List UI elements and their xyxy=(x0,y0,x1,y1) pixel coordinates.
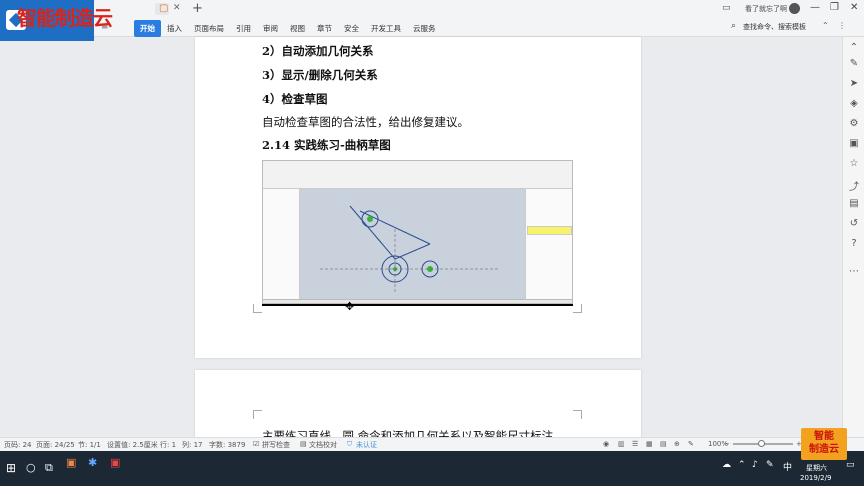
ime-indicator[interactable]: 中 xyxy=(783,460,792,473)
menu-item-home[interactable]: 开始 xyxy=(134,20,161,37)
margin-mark xyxy=(573,410,582,419)
menu-item-section[interactable]: 章节 xyxy=(311,20,338,37)
margin-mark xyxy=(253,410,262,419)
help-icon[interactable]: ? xyxy=(849,238,859,249)
menu-item-cloud[interactable]: 云服务 xyxy=(407,20,442,37)
menu-item-security[interactable]: 安全 xyxy=(338,20,365,37)
history-icon[interactable]: ↺ xyxy=(849,218,859,229)
clock-weekday[interactable]: 星期六 xyxy=(806,463,827,473)
page-view-icon[interactable]: ▦ xyxy=(646,440,653,448)
doc-line-2: 3）显示/删除几何关系 xyxy=(262,68,378,82)
settings-icon[interactable]: ⚙ xyxy=(849,118,859,129)
menu-item-review[interactable]: 审阅 xyxy=(257,20,284,37)
more-options-icon[interactable]: ⋯ xyxy=(849,266,859,277)
cad-tooltip xyxy=(527,226,572,235)
shape-icon[interactable]: ◈ xyxy=(849,98,859,109)
read-mode-icon[interactable]: ▥ xyxy=(618,440,625,448)
doc-heading-2-14: 2.14 实践练习-曲柄草图 xyxy=(262,138,391,152)
menu-item-view[interactable]: 视图 xyxy=(284,20,311,37)
menu-item-insert[interactable]: 插入 xyxy=(161,20,188,37)
right-sidebar: ⌃ ✎ ➤ ◈ ⚙ ▣ ☆ ⤴ ▤ ↺ ? ⋯ xyxy=(842,37,864,437)
title-bar xyxy=(0,0,864,18)
more-icon[interactable]: ⋮ xyxy=(838,21,846,30)
restore-icon[interactable]: ❐ xyxy=(830,2,839,13)
spellcheck-button[interactable]: 拼写检查 xyxy=(262,440,290,450)
cad-sketch-canvas xyxy=(300,189,525,299)
account-label[interactable]: 看了就忘了啊 xyxy=(745,4,787,14)
taskbar xyxy=(0,451,864,486)
doc-line-4: 自动检查草图的合法性，给出修复建议。 xyxy=(262,115,469,129)
command-search[interactable]: 查找命令、搜索模板 xyxy=(743,22,806,32)
outline-icon[interactable]: ☰ xyxy=(632,440,638,448)
menu-item-page-layout[interactable]: 页面布局 xyxy=(188,20,230,37)
doc-line-3: 4）检查草图 xyxy=(262,92,328,106)
volume-icon[interactable]: ♪ xyxy=(752,460,758,470)
windows-start-icon[interactable]: ⊞ xyxy=(6,461,16,475)
task-view-icon[interactable]: ⧉ xyxy=(45,461,53,475)
proof-icon: ▤ xyxy=(300,440,307,448)
wps-app-icon[interactable]: ▣ xyxy=(110,456,120,469)
status-pages[interactable]: 页面: 24/25 xyxy=(36,440,75,450)
collapse-icon[interactable]: ⌃ xyxy=(849,42,859,53)
mouse-cursor-icon: ✥ xyxy=(345,300,355,313)
share-icon[interactable]: ⤴ xyxy=(849,178,859,193)
shield-icon: ⛉ xyxy=(347,440,353,448)
document-page[interactable]: 主要练习直线、圆 命令和添加几何关系以及智能尺寸标注 xyxy=(195,370,641,443)
cert-status[interactable]: 未认证 xyxy=(356,440,377,450)
menu-item-references[interactable]: 引用 xyxy=(230,20,257,37)
new-tab-button[interactable]: + xyxy=(192,1,203,16)
main-menu: 开始 插入 页面布局 引用 审阅 视图 章节 安全 开发工具 云服务 xyxy=(134,20,442,37)
status-words[interactable]: 字数: 3879 xyxy=(209,440,245,450)
document-page[interactable]: 2）自动添加几何关系 3）显示/删除几何关系 4）检查草图 自动检查草图的合法性… xyxy=(195,37,641,358)
star-icon[interactable]: ☆ xyxy=(849,158,859,169)
cloud-icon[interactable]: ☁ xyxy=(722,460,731,470)
menu-item-developer[interactable]: 开发工具 xyxy=(365,20,407,37)
black-underline xyxy=(262,304,573,306)
globe-icon[interactable]: ⊕ xyxy=(674,440,680,448)
margin-mark xyxy=(573,304,582,313)
web-view-icon[interactable]: ▤ xyxy=(660,440,667,448)
app-icon-1[interactable]: ▣ xyxy=(66,456,76,469)
cad-property-panel xyxy=(525,189,572,299)
zoom-slider-handle[interactable] xyxy=(758,440,765,447)
avatar[interactable] xyxy=(789,3,800,14)
clock-date[interactable]: 2019/2/9 xyxy=(800,474,831,482)
cursor-icon[interactable]: ➤ xyxy=(849,78,859,89)
tablet-mode-icon[interactable]: ▭ xyxy=(722,3,731,13)
search-icon: ⌕ xyxy=(731,21,737,31)
eye-icon[interactable]: ◉ xyxy=(603,440,609,448)
layout-icon[interactable]: ▤ xyxy=(849,198,859,209)
collapse-ribbon-icon[interactable]: ⌃ xyxy=(822,21,829,30)
cad-feature-tree xyxy=(263,189,300,299)
cube-icon[interactable]: ▣ xyxy=(849,138,859,149)
cad-toolbar xyxy=(263,161,572,189)
watermark-line-1: 智能 xyxy=(814,431,834,442)
tab-close-icon[interactable]: ✕ xyxy=(173,3,181,13)
notification-icon[interactable]: ▭ xyxy=(846,460,855,470)
edit-icon[interactable]: ✎ xyxy=(849,58,859,69)
proof-button[interactable]: 文档校对 xyxy=(309,440,337,450)
margin-mark xyxy=(253,304,262,313)
status-col: 列: 17 xyxy=(182,441,203,449)
close-icon[interactable]: ✕ xyxy=(850,2,858,13)
status-section: 节: 1/1 xyxy=(78,441,101,449)
doc-tab-icon: ▢ xyxy=(159,3,169,14)
status-setting: 设置值: 2.5厘米 xyxy=(107,441,158,449)
cad-screenshot-image xyxy=(262,160,573,304)
minimize-icon[interactable]: — xyxy=(810,2,820,13)
crank-sketch-drawing xyxy=(320,205,500,294)
tray-expand-icon[interactable]: ⌃ xyxy=(738,460,746,470)
doc-line-1: 2）自动添加几何关系 xyxy=(262,44,374,58)
watermark-line-2: 制造云 xyxy=(809,444,839,455)
brand-logo-text: 智能制造云 xyxy=(17,6,113,30)
status-page[interactable]: 页码: 24 xyxy=(4,440,32,450)
pen-icon[interactable]: ✎ xyxy=(766,460,774,470)
app-icon-2[interactable]: ✱ xyxy=(88,456,97,469)
status-row: 行: 1 xyxy=(160,441,177,449)
brand-watermark: 智能 制造云 xyxy=(801,428,847,460)
zoom-out-icon[interactable]: − xyxy=(724,440,730,448)
search-circle-icon[interactable]: ○ xyxy=(26,461,36,474)
spellcheck-icon: ☑ xyxy=(253,440,260,448)
edit-mode-icon[interactable]: ✎ xyxy=(688,440,694,448)
